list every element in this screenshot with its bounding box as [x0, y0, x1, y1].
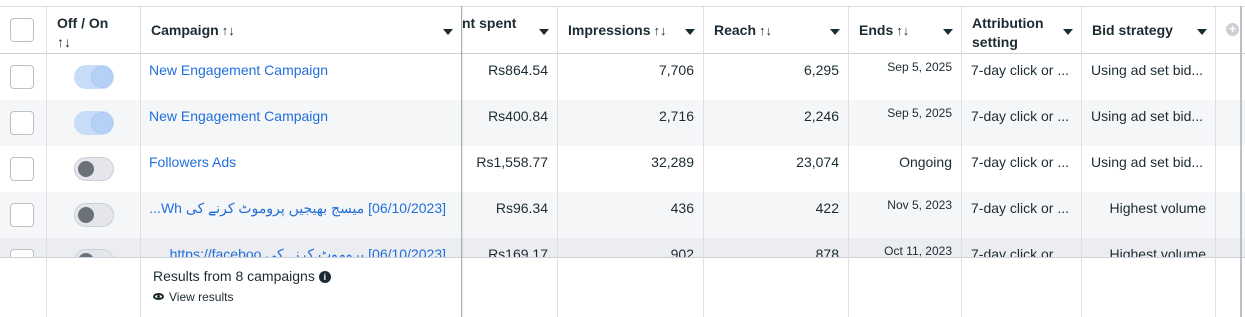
header-bid-strategy-label: Bid strategy — [1092, 22, 1173, 38]
scrollbar-track[interactable] — [1240, 6, 1242, 317]
campaign-toggle[interactable] — [74, 203, 114, 227]
header-off-on-label: Off / On ↑↓ — [57, 15, 109, 50]
chevron-down-icon[interactable] — [685, 29, 695, 35]
header-ends[interactable]: Ends ↑↓ — [849, 7, 961, 54]
column-divider — [848, 6, 849, 317]
ends-value: Ongoing — [899, 154, 952, 170]
header-campaign-label: Campaign — [151, 22, 219, 38]
bid-strategy-value: Highest volume — [1109, 200, 1207, 216]
chevron-down-icon[interactable] — [539, 29, 549, 35]
header-campaign[interactable]: Campaign ↑↓ — [141, 7, 461, 54]
eye-icon — [153, 293, 164, 300]
amount-spent-value: Rs864.54 — [488, 62, 548, 78]
campaign-toggle[interactable] — [74, 157, 114, 181]
campaign-table: Off / On ↑↓ Campaign ↑↓ nt spent Impressi… — [0, 6, 1245, 317]
header-attribution-label: Attribution setting — [972, 15, 1044, 50]
attribution-value: 7-day click or ... — [971, 62, 1070, 78]
column-divider — [1081, 6, 1082, 317]
header-reach-label: Reach — [714, 22, 757, 38]
frozen-shadow — [461, 6, 464, 317]
campaign-name-link[interactable]: Followers Ads — [140, 146, 450, 192]
bid-strategy-value: Using ad set bid... — [1091, 62, 1204, 78]
campaign-toggle[interactable] — [74, 65, 114, 89]
campaign-name-link[interactable]: [06/10/2023] میسج بھیجیں پروموٹ کرنے کی … — [140, 192, 450, 238]
reach-value: 6,295 — [803, 62, 839, 78]
chevron-down-icon[interactable] — [943, 29, 953, 35]
column-divider — [557, 6, 558, 317]
campaign-name-link[interactable]: New Engagement Campaign — [140, 100, 450, 146]
ends-value: Sep 5, 2025 — [887, 106, 952, 120]
column-divider — [140, 6, 141, 317]
campaign-name-link[interactable]: New Engagement Campaign — [140, 54, 450, 100]
results-summary: Results from 8 campaigns — [153, 268, 315, 284]
column-divider — [46, 6, 47, 317]
header-amount-spent-label: nt spent — [462, 15, 517, 31]
row-checkbox[interactable] — [10, 65, 34, 89]
table-row[interactable]: New Engagement Campaign Rs864.54 7,706 6… — [0, 54, 1245, 100]
header-attribution[interactable]: Attribution setting — [962, 7, 1081, 54]
add-column-icon[interactable]: + — [1226, 23, 1239, 36]
reach-value: 23,074 — [796, 154, 839, 170]
table-row[interactable]: Followers Ads Rs1,558.77 32,289 23,074 O… — [0, 146, 1245, 192]
chevron-down-icon[interactable] — [1063, 29, 1073, 35]
ends-value: Nov 5, 2023 — [887, 198, 952, 212]
header-off-on[interactable]: Off / On ↑↓ — [47, 7, 140, 54]
column-divider — [1215, 6, 1216, 317]
select-all-checkbox[interactable] — [10, 18, 34, 42]
amount-spent-value: Rs96.34 — [495, 200, 548, 216]
amount-spent-value: Rs400.84 — [488, 108, 548, 124]
ends-value: Sep 5, 2025 — [887, 60, 952, 74]
column-divider — [703, 6, 704, 317]
row-checkbox[interactable] — [10, 111, 34, 135]
view-results-label: View results — [169, 290, 234, 304]
header-reach[interactable]: Reach ↑↓ — [704, 7, 848, 54]
table-header: Off / On ↑↓ Campaign ↑↓ nt spent Impressi… — [0, 6, 1245, 54]
impressions-value: 7,706 — [658, 62, 694, 78]
chevron-down-icon[interactable] — [1197, 29, 1207, 35]
impressions-value: 32,289 — [651, 154, 694, 170]
row-checkbox[interactable] — [10, 157, 34, 181]
column-divider — [961, 6, 962, 317]
table-row[interactable]: [06/10/2023] میسج بھیجیں پروموٹ کرنے کی … — [0, 192, 1245, 238]
table-row[interactable]: New Engagement Campaign Rs400.84 2,716 2… — [0, 100, 1245, 146]
chevron-down-icon[interactable] — [830, 29, 840, 35]
reach-value: 422 — [815, 200, 839, 216]
impressions-value: 436 — [670, 200, 694, 216]
sort-icon: ↑↓ — [653, 23, 667, 38]
header-ends-label: Ends — [859, 22, 894, 38]
header-bid-strategy[interactable]: Bid strategy — [1082, 7, 1215, 54]
view-results-link[interactable]: View results — [153, 290, 233, 304]
header-amount-spent[interactable]: nt spent — [462, 7, 557, 54]
sort-icon: ↑↓ — [221, 23, 235, 38]
info-icon[interactable]: i — [318, 271, 331, 283]
header-impressions[interactable]: Impressions ↑↓ — [558, 7, 703, 54]
table-footer: Results from 8 campaigns i View results — [0, 257, 1245, 317]
amount-spent-value: Rs1,558.77 — [476, 154, 548, 170]
impressions-value: 2,716 — [658, 108, 694, 124]
chevron-down-icon[interactable] — [443, 29, 453, 35]
campaign-toggle[interactable] — [74, 111, 114, 135]
attribution-value: 7-day click or ... — [971, 154, 1070, 170]
sort-icon: ↑↓ — [896, 23, 910, 38]
attribution-value: 7-day click or ... — [971, 200, 1070, 216]
row-checkbox[interactable] — [10, 203, 34, 227]
reach-value: 2,246 — [803, 108, 839, 124]
bid-strategy-value: Using ad set bid... — [1091, 154, 1204, 170]
header-impressions-label: Impressions — [568, 22, 651, 38]
header-select-all — [0, 7, 46, 54]
attribution-value: 7-day click or ... — [971, 108, 1070, 124]
sort-icon: ↑↓ — [759, 23, 773, 38]
bid-strategy-value: Using ad set bid... — [1091, 108, 1204, 124]
